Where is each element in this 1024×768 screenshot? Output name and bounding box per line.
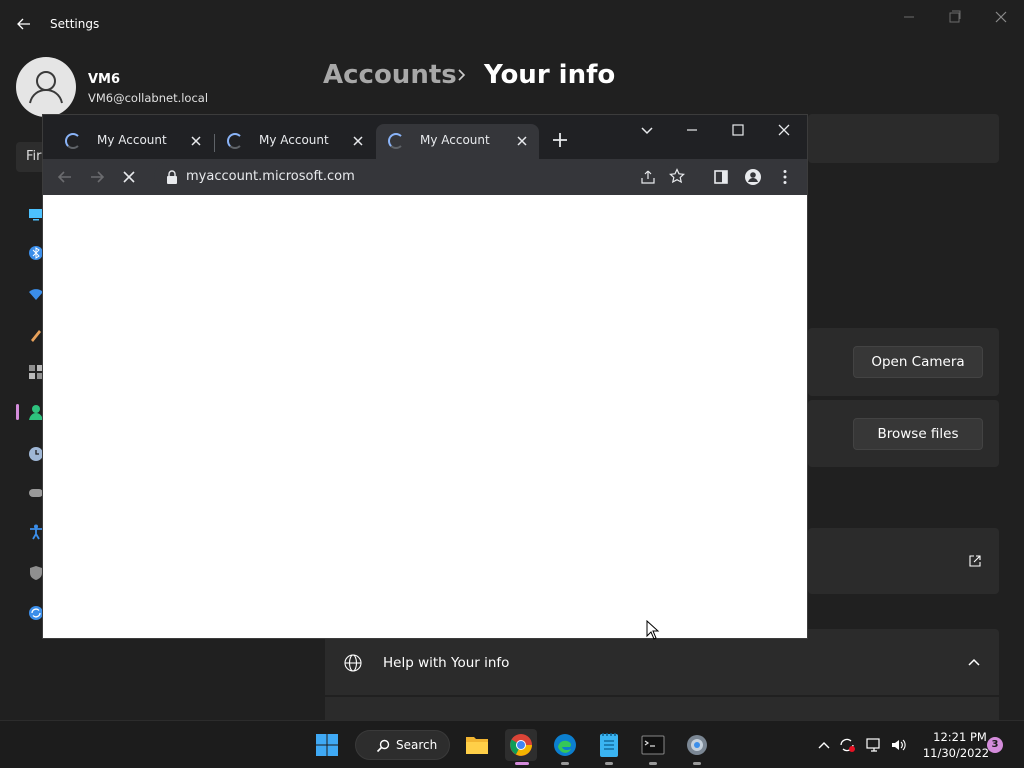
- running-indicator: [693, 762, 701, 765]
- close-icon[interactable]: [989, 8, 1013, 26]
- browser-tab-3-active[interactable]: My Account: [376, 124, 539, 159]
- clock-time[interactable]: 12:21 PM: [930, 730, 990, 744]
- nav-selection-indicator: [16, 404, 19, 420]
- running-indicator: [649, 762, 657, 765]
- active-indicator: [515, 762, 529, 765]
- loading-spinner-icon: [388, 133, 404, 149]
- profile-icon[interactable]: [744, 168, 762, 186]
- chrome-close-icon[interactable]: [776, 122, 792, 138]
- settings-card-camera: Open Camera: [808, 328, 999, 396]
- stop-loading-icon[interactable]: [120, 168, 138, 186]
- taskbar-edge[interactable]: [549, 729, 581, 765]
- chrome-icon: [510, 734, 532, 756]
- taskbar-terminal[interactable]: [637, 729, 669, 765]
- more-menu-icon[interactable]: [776, 168, 794, 186]
- settings-card-link[interactable]: [808, 528, 999, 594]
- tab-close-icon[interactable]: [515, 134, 529, 148]
- search-icon: [376, 739, 390, 753]
- settings-title: Settings: [50, 17, 100, 31]
- minimize-icon[interactable]: [897, 8, 921, 26]
- settings-icon: [687, 735, 707, 755]
- taskbar-chrome[interactable]: [505, 729, 537, 765]
- clock-date[interactable]: 11/30/2022: [921, 746, 991, 760]
- bookmark-star-icon[interactable]: [669, 168, 685, 184]
- browse-files-button[interactable]: Browse files: [853, 418, 983, 450]
- start-icon: [316, 734, 338, 756]
- browser-toolbar: myaccount.microsoft.com: [43, 159, 807, 195]
- restore-icon[interactable]: [943, 8, 967, 26]
- side-panel-icon[interactable]: [712, 168, 730, 186]
- forward-icon[interactable]: [88, 168, 106, 186]
- running-indicator: [561, 762, 569, 765]
- sync-icon[interactable]: [838, 736, 856, 754]
- chevron-right-icon: [458, 69, 466, 81]
- new-tab-plus-icon[interactable]: [551, 131, 569, 149]
- chrome-minimize-icon[interactable]: [684, 122, 700, 138]
- lock-icon[interactable]: [166, 170, 178, 184]
- edge-icon: [554, 734, 576, 756]
- loading-spinner-icon: [227, 133, 243, 149]
- tab-title: My Account: [259, 133, 329, 147]
- tab-title: My Account: [97, 133, 167, 147]
- taskbar-search[interactable]: Search: [355, 730, 450, 760]
- user-icon: [29, 71, 63, 104]
- loading-spinner-icon: [65, 133, 81, 149]
- breadcrumb-accounts[interactable]: Accounts: [323, 60, 457, 90]
- taskbar-file-explorer[interactable]: [461, 729, 493, 761]
- search-label: Search: [396, 738, 438, 752]
- taskbar-notepad[interactable]: [593, 729, 625, 765]
- back-icon[interactable]: [56, 168, 74, 186]
- profile-name: VM6: [88, 72, 121, 87]
- settings-card: [808, 114, 999, 163]
- globe-icon: [344, 654, 362, 672]
- tab-search-chevron-icon[interactable]: [639, 123, 655, 139]
- network-icon[interactable]: [865, 736, 883, 754]
- browser-tab-2[interactable]: My Account: [215, 124, 375, 159]
- file-explorer-icon: [466, 737, 488, 754]
- tab-title: My Account: [420, 133, 490, 147]
- taskbar-settings[interactable]: [681, 729, 713, 765]
- open-camera-button[interactable]: Open Camera: [853, 346, 983, 378]
- address-bar[interactable]: myaccount.microsoft.com: [154, 162, 685, 192]
- share-icon[interactable]: [640, 169, 656, 185]
- running-indicator: [605, 762, 613, 765]
- chevron-up-icon[interactable]: [967, 657, 981, 667]
- external-link-icon: [969, 555, 981, 567]
- help-label: Help with Your info: [383, 655, 510, 671]
- volume-icon[interactable]: [890, 736, 908, 754]
- browser-tab-1[interactable]: My Account: [53, 124, 213, 159]
- tab-strip: My Account My Account My Account: [43, 115, 807, 159]
- help-section-body: [325, 697, 999, 721]
- notepad-icon: [600, 733, 618, 757]
- page-content-blank[interactable]: [43, 195, 807, 638]
- desktop: Settings VM6 VM6@collabnet.local Account…: [0, 0, 1024, 768]
- tab-close-icon[interactable]: [189, 134, 203, 148]
- chrome-window: My Account My Account My Account myaccou…: [42, 114, 808, 639]
- tab-close-icon[interactable]: [351, 134, 365, 148]
- settings-card-browse: Browse files: [808, 400, 999, 467]
- taskbar: Search 12:21 PM 11/30/2022 3: [0, 720, 1024, 768]
- notification-badge[interactable]: 3: [987, 737, 1003, 753]
- chevron-up-icon[interactable]: [815, 736, 833, 754]
- terminal-icon: [641, 735, 665, 755]
- mouse-cursor-icon: [646, 620, 660, 640]
- chrome-maximize-icon[interactable]: [730, 122, 746, 138]
- profile-email: VM6@collabnet.local: [88, 91, 209, 105]
- back-arrow-icon[interactable]: [14, 14, 34, 34]
- settings-titlebar: Settings: [0, 0, 1024, 48]
- avatar[interactable]: [16, 57, 76, 117]
- start-button[interactable]: [311, 729, 343, 761]
- url-text: myaccount.microsoft.com: [186, 169, 355, 184]
- page-title: Your info: [484, 60, 616, 90]
